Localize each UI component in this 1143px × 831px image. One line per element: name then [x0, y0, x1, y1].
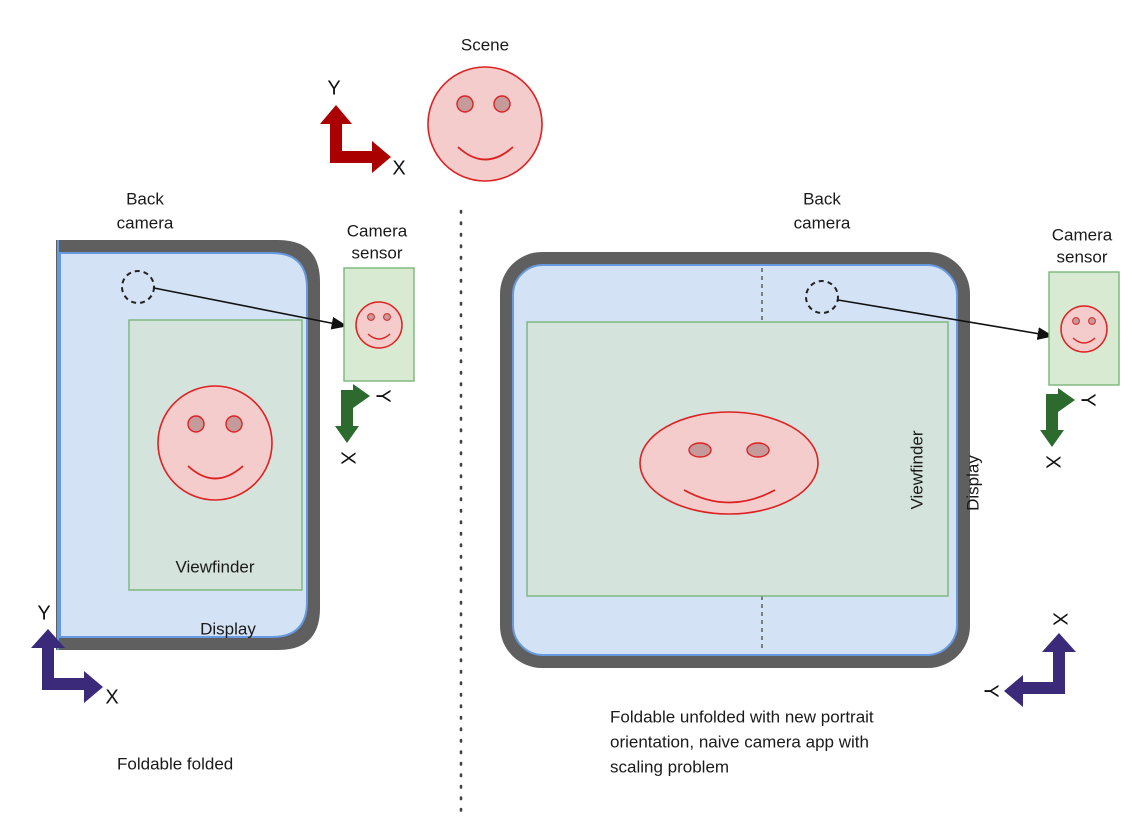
left-panel-caption: Foldable folded — [117, 754, 233, 773]
scene-face-eye-right — [493, 95, 511, 113]
left-face-eye-right — [225, 415, 243, 433]
left-viewfinder-face — [157, 385, 273, 501]
right-face-eye-left — [688, 442, 712, 458]
left-back-camera-label-line2: camera — [117, 213, 174, 232]
left-sensor-face — [355, 301, 403, 349]
diagram-canvas: Scene Y X Back camera Viewfinder Display… — [0, 0, 1143, 831]
scene-axis-y-label: Y — [327, 77, 340, 99]
right-sensor-face-eye-left — [1072, 317, 1080, 325]
left-display-label: Display — [200, 619, 256, 638]
left-sensor-axes: Y X — [335, 384, 394, 465]
right-sensor-axis-x-label: X — [1042, 455, 1064, 468]
right-panel-caption-line2: orientation, naive camera app with — [610, 732, 869, 751]
right-panel: Back camera Viewfinder Display Camera se… — [500, 189, 1120, 776]
right-device-axis-x-label: X — [1049, 612, 1071, 625]
scene-axis-x-label: X — [392, 157, 405, 179]
right-sensor-axes: Y X — [1040, 388, 1099, 469]
scene-group: Scene Y X — [320, 35, 543, 182]
right-camera-sensor-label-line1: Camera — [1052, 225, 1113, 244]
right-panel-caption-line1: Foldable unfolded with new portrait — [610, 707, 874, 726]
left-device-axis-y-label: Y — [37, 602, 50, 624]
right-camera-sensor-label-line2: sensor — [1056, 247, 1107, 266]
scene-label: Scene — [461, 35, 509, 54]
left-sensor-axis-y-label: Y — [372, 389, 394, 402]
left-device-axis-x-label: X — [105, 686, 118, 708]
right-display-label: Display — [963, 455, 982, 511]
left-viewfinder-label: Viewfinder — [175, 557, 254, 576]
right-sensor-face — [1060, 305, 1108, 353]
scene-face-eye-left — [456, 95, 474, 113]
left-panel: Back camera Viewfinder Display Camera se… — [31, 189, 415, 773]
left-camera-sensor-label-line2: sensor — [351, 243, 402, 262]
scene-axes: Y X — [320, 77, 406, 179]
left-sensor-axis-x-label: X — [337, 451, 359, 464]
scene-face — [427, 66, 543, 182]
right-face-eye-right — [746, 442, 770, 458]
right-device-axis-y-label: Y — [980, 684, 1002, 697]
left-camera-sensor-label-line1: Camera — [347, 221, 408, 240]
left-sensor-face-eye-right — [383, 313, 391, 321]
right-viewfinder-label: Viewfinder — [907, 430, 926, 509]
left-face-eye-left — [187, 415, 205, 433]
right-viewfinder-face — [639, 411, 819, 515]
right-sensor-axis-y-label: Y — [1077, 393, 1099, 406]
right-sensor-face-eye-right — [1088, 317, 1096, 325]
right-back-camera-label-line2: camera — [794, 213, 851, 232]
left-sensor-face-eye-left — [367, 313, 375, 321]
right-device-axes: X Y — [980, 612, 1076, 707]
left-back-camera-label-line1: Back — [126, 189, 164, 208]
right-back-camera-label-line1: Back — [803, 189, 841, 208]
right-panel-caption-line3: scaling problem — [610, 757, 729, 776]
